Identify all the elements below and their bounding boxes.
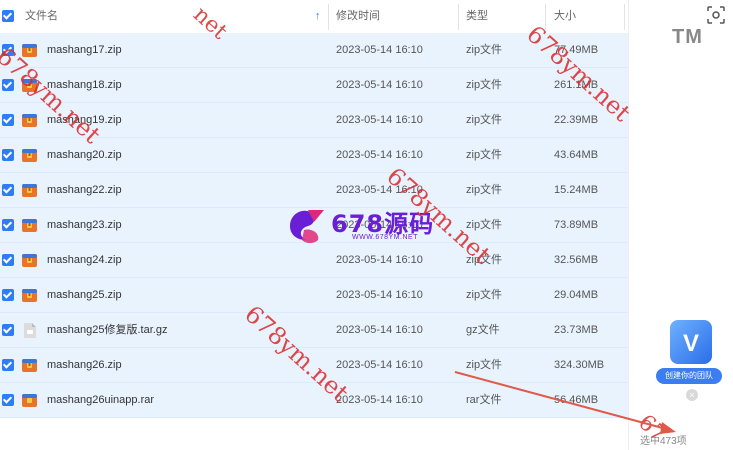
zip-archive-icon: [21, 182, 38, 199]
row-checkbox[interactable]: [2, 324, 14, 336]
zip-archive-icon: [21, 357, 38, 374]
file-type: zip文件: [466, 289, 503, 301]
select-all-checkbox[interactable]: [2, 10, 14, 22]
row-checkbox[interactable]: [2, 394, 14, 406]
file-type: zip文件: [466, 149, 503, 161]
file-modified-time: 2023-05-14 16:10: [336, 324, 423, 336]
zip-archive-icon: [21, 287, 38, 304]
column-divider[interactable]: [458, 4, 459, 30]
column-header-type[interactable]: 类型: [466, 0, 488, 33]
file-name[interactable]: mashang24.zip: [47, 243, 122, 277]
file-type: zip文件: [466, 79, 503, 91]
row-checkbox[interactable]: [2, 184, 14, 196]
zip-archive-icon: [21, 217, 38, 234]
file-modified-time: 2023-05-14 16:10: [336, 359, 423, 371]
zip-archive-icon: [21, 147, 38, 164]
file-size: 22.39MB: [554, 114, 599, 126]
file-size: 29.04MB: [554, 289, 599, 301]
column-divider[interactable]: [624, 4, 625, 30]
file-row[interactable]: mashang24.zip 2023-05-14 16:10 zip文件 32.…: [0, 243, 628, 278]
file-name[interactable]: mashang23.zip: [47, 208, 122, 242]
column-header-name[interactable]: 文件名: [25, 0, 58, 33]
row-checkbox[interactable]: [2, 289, 14, 301]
file-row[interactable]: mashang25修复版.tar.gz 2023-05-14 16:10 gz文…: [0, 313, 628, 348]
file-name[interactable]: mashang25.zip: [47, 278, 122, 312]
scan-icon[interactable]: [706, 5, 726, 25]
zip-archive-icon: [21, 252, 38, 269]
file-modified-time: 2023-05-14 16:10: [336, 289, 423, 301]
file-type: gz文件: [466, 324, 500, 336]
file-size: 43.64MB: [554, 149, 599, 161]
file-name[interactable]: mashang26.zip: [47, 348, 122, 382]
file-name[interactable]: mashang25修复版.tar.gz: [47, 313, 167, 347]
file-type: zip文件: [466, 359, 503, 371]
column-header-modified-time[interactable]: 修改时间: [336, 0, 380, 33]
column-header-size[interactable]: 大小: [554, 0, 576, 33]
file-name[interactable]: mashang22.zip: [47, 173, 122, 207]
gz-file-icon: [21, 322, 38, 339]
file-row[interactable]: mashang25.zip 2023-05-14 16:10 zip文件 29.…: [0, 278, 628, 313]
file-type: rar文件: [466, 394, 502, 406]
row-checkbox[interactable]: [2, 254, 14, 266]
trademark-mark: TM: [672, 26, 703, 48]
file-size: 56.46MB: [554, 394, 599, 406]
row-checkbox[interactable]: [2, 219, 14, 231]
close-widget-icon[interactable]: ×: [686, 389, 698, 401]
file-modified-time: 2023-05-14 16:10: [336, 149, 423, 161]
brand-url: WWW.678YM.NET: [352, 234, 419, 241]
row-checkbox[interactable]: [2, 149, 14, 161]
file-size: 73.89MB: [554, 219, 599, 231]
svg-text:V: V: [683, 330, 699, 357]
file-type: zip文件: [466, 114, 503, 126]
sort-ascending-icon[interactable]: ↑: [315, 0, 321, 33]
file-name[interactable]: mashang17.zip: [47, 33, 122, 67]
file-size: 324.30MB: [554, 359, 605, 371]
file-row[interactable]: mashang20.zip 2023-05-14 16:10 zip文件 43.…: [0, 138, 628, 173]
row-checkbox[interactable]: [2, 114, 14, 126]
file-modified-time: 2023-05-14 16:10: [336, 79, 423, 91]
file-row[interactable]: mashang22.zip 2023-05-14 16:10 zip文件 15.…: [0, 173, 628, 208]
file-size: 32.56MB: [554, 254, 599, 266]
create-team-button[interactable]: 创建你的团队: [656, 368, 722, 384]
file-modified-time: 2023-05-14 16:10: [336, 254, 423, 266]
file-size: 23.73MB: [554, 324, 599, 336]
brand-logo-icon: [290, 210, 324, 243]
file-name[interactable]: mashang26uinapp.rar: [47, 383, 154, 417]
file-modified-time: 2023-05-14 16:10: [336, 114, 423, 126]
file-type: zip文件: [466, 184, 503, 196]
rar-archive-icon: [21, 392, 38, 409]
file-modified-time: 2023-05-14 16:10: [336, 44, 423, 56]
file-size: 15.24MB: [554, 184, 599, 196]
column-divider[interactable]: [328, 4, 329, 30]
file-row[interactable]: mashang18.zip 2023-05-14 16:10 zip文件 261…: [0, 68, 628, 103]
file-type: zip文件: [466, 44, 503, 56]
zip-archive-icon: [21, 112, 38, 129]
row-checkbox[interactable]: [2, 359, 14, 371]
